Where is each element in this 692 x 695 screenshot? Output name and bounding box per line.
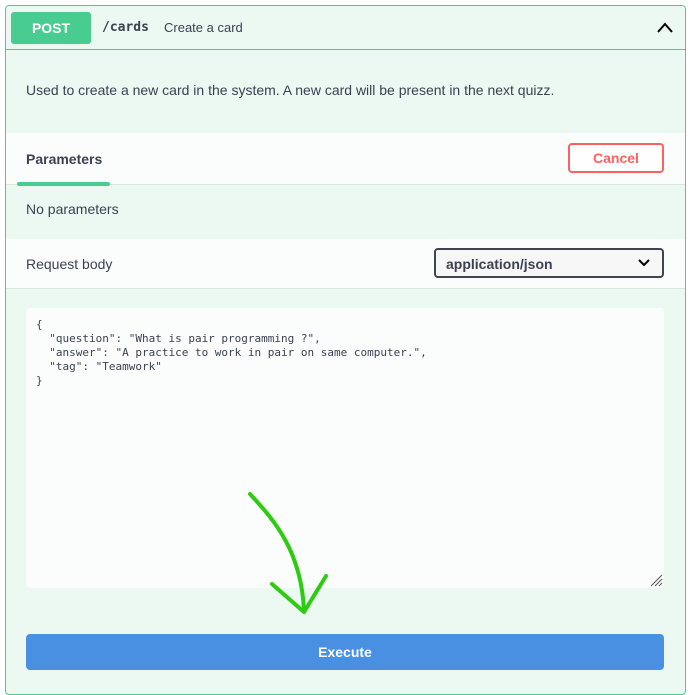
chevron-down-icon: [638, 259, 650, 267]
cancel-button[interactable]: Cancel: [568, 143, 664, 173]
operation-block: POST /cards Create a card Used to create…: [5, 5, 686, 695]
request-body-label: Request body: [26, 256, 113, 272]
request-body-header: Request body application/json: [6, 239, 685, 289]
content-type-value: application/json: [446, 256, 553, 272]
operation-description: Used to create a new card in the system.…: [26, 82, 555, 98]
method-badge: POST: [11, 12, 91, 44]
chevron-up-icon[interactable]: [655, 18, 675, 38]
tab-active-indicator: [17, 182, 110, 186]
execute-button[interactable]: Execute: [26, 634, 664, 670]
resize-handle-icon[interactable]: [649, 573, 663, 587]
content-type-select[interactable]: application/json: [434, 248, 664, 278]
no-parameters-text: No parameters: [26, 201, 119, 217]
request-body-editor[interactable]: { "question": "What is pair programming …: [26, 308, 664, 588]
operation-path: /cards: [102, 20, 149, 35]
operation-summary[interactable]: POST /cards Create a card: [6, 6, 685, 50]
parameters-header: Parameters Cancel: [6, 133, 685, 186]
operation-summary-text: Create a card: [164, 20, 243, 35]
tab-parameters[interactable]: Parameters: [26, 151, 102, 167]
